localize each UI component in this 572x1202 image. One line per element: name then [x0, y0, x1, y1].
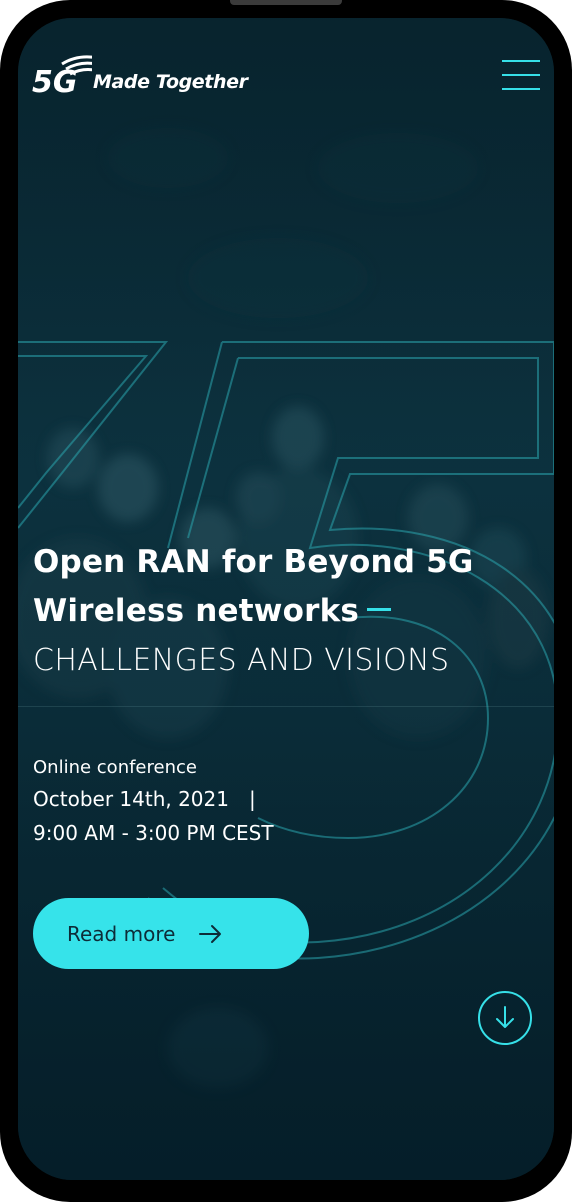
logo-mark-text: 5G	[32, 65, 78, 94]
hero-title-line-1: Open RAN for Beyond 5G	[33, 544, 474, 580]
hero-subtitle: CHALLENGES AND VISIONS	[33, 643, 450, 678]
phone-frame: 5G Made Together Open RAN for Beyond 5G …	[0, 0, 572, 1202]
logo-text: Made Together	[93, 71, 248, 93]
hero-title-line-2-text: Wireless networks	[33, 593, 360, 629]
hamburger-icon-bar-middle	[502, 74, 540, 76]
scroll-down-button[interactable]	[478, 991, 532, 1045]
hamburger-icon-bar-bottom	[502, 88, 540, 90]
menu-button[interactable]	[502, 58, 540, 92]
phone-notch	[230, 0, 342, 5]
event-details: Online conference October 14th, 2021 | 9:…	[33, 754, 274, 850]
arrow-down-icon	[496, 1006, 514, 1028]
brand-logo[interactable]: 5G Made Together	[32, 44, 248, 94]
title-dash-accent	[367, 608, 392, 611]
hero-headline: Open RAN for Beyond 5G Wireless networks…	[33, 538, 533, 686]
section-divider	[18, 706, 554, 707]
arrow-right-icon	[199, 924, 222, 943]
hero-screen: 5G Made Together Open RAN for Beyond 5G …	[18, 18, 554, 1180]
5g-logo-icon: 5G	[32, 55, 92, 94]
event-kind: Online conference	[33, 757, 197, 778]
read-more-label: Read more	[67, 921, 176, 946]
event-separator: |	[248, 787, 256, 811]
event-date: October 14th, 2021	[33, 787, 229, 811]
hero-title-line-2: Wireless networks	[33, 587, 533, 636]
event-date-row: October 14th, 2021 |	[33, 782, 274, 816]
read-more-button[interactable]: Read more	[33, 898, 309, 969]
event-time: 9:00 AM - 3:00 PM CEST	[33, 821, 274, 845]
hamburger-icon-bar-top	[502, 60, 540, 62]
